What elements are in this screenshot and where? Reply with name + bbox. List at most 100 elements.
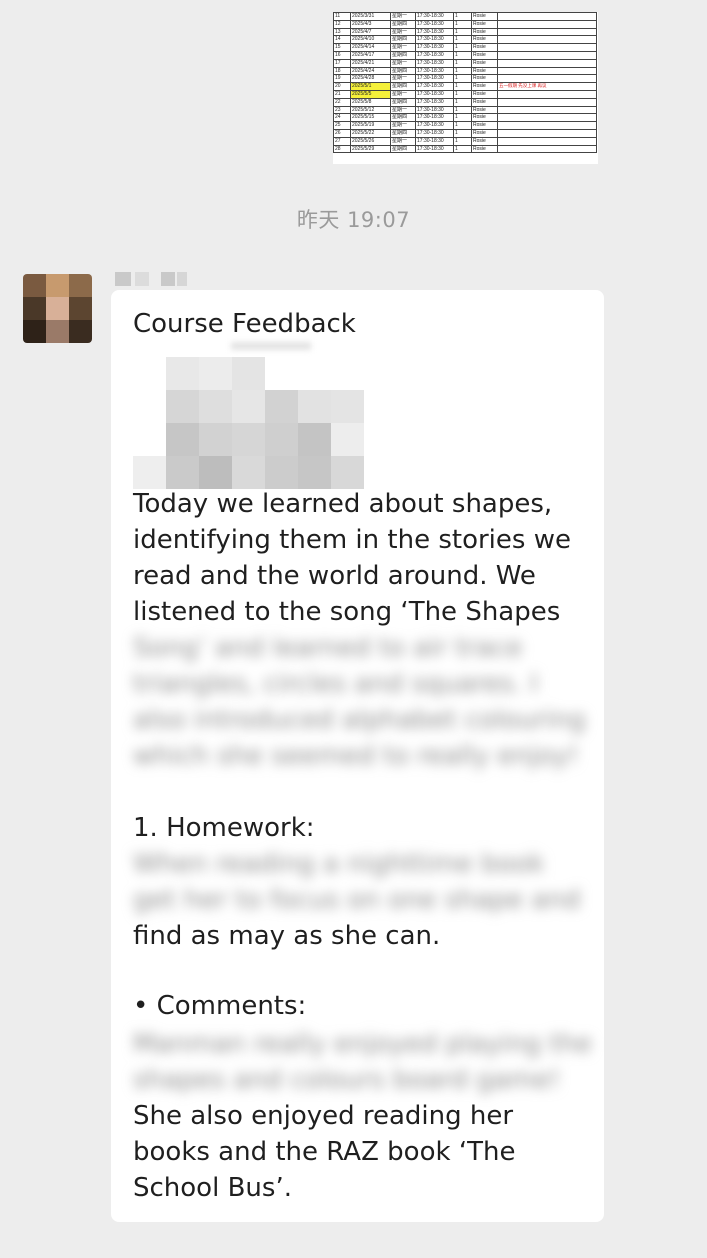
schedule-cell: 星期一: [390, 121, 416, 130]
schedule-row: 26 2025/5/22 星期四 17:30-18:30 1 Rosie: [333, 128, 597, 138]
schedule-cell: 星期一: [390, 105, 416, 115]
schedule-cell: [497, 43, 597, 52]
schedule-cell: 星期四: [390, 50, 416, 60]
mosaic-tile: [166, 456, 199, 489]
mosaic-tile: [133, 423, 166, 456]
schedule-row: 18 2025/4/24 星期四 17:30-18:30 1 Rosie: [333, 66, 597, 76]
avatar-pixel: [46, 320, 69, 343]
schedule-cell: [497, 105, 597, 115]
schedule-cell: 星期一: [390, 136, 416, 146]
schedule-cell: Rosie: [471, 66, 498, 76]
schedule-cell: Rosie: [471, 144, 498, 154]
mosaic-tile: [265, 390, 298, 423]
schedule-cell: Rosie: [471, 27, 498, 37]
schedule-cell: 17:30-18:30: [415, 58, 454, 68]
schedule-cell: 1: [453, 50, 472, 60]
mosaic-tile: [166, 357, 199, 390]
schedule-row: 17 2025/4/21 星期一 17:30-18:30 1 Rosie: [333, 58, 597, 68]
schedule-cell: 星期四: [390, 66, 416, 76]
schedule-cell: 17:30-18:30: [415, 19, 454, 29]
schedule-cell: [497, 136, 597, 146]
schedule-cell: 2025/4/21: [350, 58, 391, 68]
schedule-row: 12 2025/4/3 星期四 17:30-18:30 1 Rosie: [333, 19, 597, 29]
schedule-cell: 2025/4/14: [350, 43, 391, 52]
homework-heading: 1. Homework:: [133, 813, 315, 843]
schedule-cell: Rosie: [471, 35, 498, 45]
schedule-cell: 星期四: [390, 113, 416, 123]
schedule-cell: 17:30-18:30: [415, 74, 454, 84]
schedule-cell: 15: [333, 43, 351, 52]
message-timestamp: 昨天 19:07: [296, 208, 411, 232]
schedule-cell: 星期一: [390, 12, 416, 21]
schedule-cell: 17:30-18:30: [415, 43, 454, 52]
mosaic-tile: [298, 390, 331, 423]
schedule-image[interactable]: 11 2025/3/31 星期一 17:30-18:30 1 Rosie 12 2025/4/…: [333, 12, 598, 164]
mosaic-tile: [133, 390, 166, 423]
sender-avatar[interactable]: [23, 274, 92, 343]
schedule-cell: 星期四: [390, 128, 416, 138]
schedule-cell: 星期四: [390, 97, 416, 107]
schedule-cell: 1: [453, 144, 472, 154]
schedule-row: 23 2025/5/12 星期一 17:30-18:30 1 Rosie: [333, 105, 597, 115]
mosaic-tile: [133, 357, 166, 390]
avatar-pixel: [23, 297, 46, 320]
schedule-cell: 17:30-18:30: [415, 144, 454, 154]
feedback-paragraph: Today we learned about shapes, identifyi…: [133, 489, 571, 627]
schedule-cell: 13: [333, 27, 351, 37]
mosaic-tile: [265, 423, 298, 456]
schedule-cell: 17:30-18:30: [415, 35, 454, 45]
schedule-cell: 1: [453, 43, 472, 52]
schedule-cell: 1: [453, 58, 472, 68]
schedule-cell: 17:30-18:30: [415, 27, 454, 37]
schedule-cell: [497, 19, 597, 29]
schedule-cell: Rosie: [471, 105, 498, 115]
schedule-cell: 1: [453, 128, 472, 138]
schedule-cell: 17:30-18:30: [415, 82, 454, 91]
schedule-cell: 星期四: [390, 144, 416, 154]
schedule-cell: 25: [333, 121, 351, 130]
schedule-cell: 2025/5/15: [350, 113, 391, 123]
schedule-cell: 2025/5/26: [350, 136, 391, 146]
schedule-cell: 17:30-18:30: [415, 136, 454, 146]
schedule-cell: [497, 58, 597, 68]
homework-text-blurred: When reading a nighttime book get her to…: [133, 849, 581, 915]
schedule-cell: 27: [333, 136, 351, 146]
schedule-cell: [497, 50, 597, 60]
schedule-cell: [497, 128, 597, 138]
schedule-cell: [497, 97, 597, 107]
schedule-cell: 12: [333, 19, 351, 29]
schedule-cell: 星期一: [390, 58, 416, 68]
mosaic-tile: [331, 390, 364, 423]
redacted-caption: [231, 342, 311, 350]
schedule-row: 24 2025/5/15 星期四 17:30-18:30 1 Rosie: [333, 113, 597, 123]
sender-name-redacted: [115, 272, 187, 286]
schedule-cell: 2025/4/28: [350, 74, 391, 84]
mosaic-tile: [232, 456, 265, 489]
message-bubble[interactable]: Course Feedback Today we learned about s…: [111, 290, 604, 1222]
schedule-cell: Rosie: [471, 82, 498, 91]
redacted-image-mosaic: [133, 357, 364, 489]
avatar-pixel: [23, 320, 46, 343]
schedule-row: 16 2025/4/17 星期四 17:30-18:30 1 Rosie: [333, 50, 597, 60]
avatar-pixel: [46, 297, 69, 320]
avatar-pixel: [46, 274, 69, 297]
schedule-cell: 23: [333, 105, 351, 115]
schedule-cell: 22: [333, 97, 351, 107]
mosaic-tile: [199, 456, 232, 489]
schedule-cell: 星期一: [390, 43, 416, 52]
schedule-cell: 2025/4/7: [350, 27, 391, 37]
schedule-cell: 18: [333, 66, 351, 76]
schedule-row: 11 2025/3/31 星期一 17:30-18:30 1 Rosie: [333, 12, 597, 21]
schedule-cell: 2025/4/10: [350, 35, 391, 45]
schedule-cell: 1: [453, 82, 472, 91]
schedule-cell: 1: [453, 97, 472, 107]
mosaic-tile: [199, 390, 232, 423]
schedule-cell: 2025/5/19: [350, 121, 391, 130]
schedule-cell: [497, 74, 597, 84]
schedule-cell: Rosie: [471, 113, 498, 123]
schedule-cell: 17:30-18:30: [415, 121, 454, 130]
avatar-pixel: [69, 297, 92, 320]
schedule-cell: [497, 113, 597, 123]
schedule-cell: 星期一: [390, 27, 416, 37]
schedule-row: 13 2025/4/7 星期一 17:30-18:30 1 Rosie: [333, 27, 597, 37]
